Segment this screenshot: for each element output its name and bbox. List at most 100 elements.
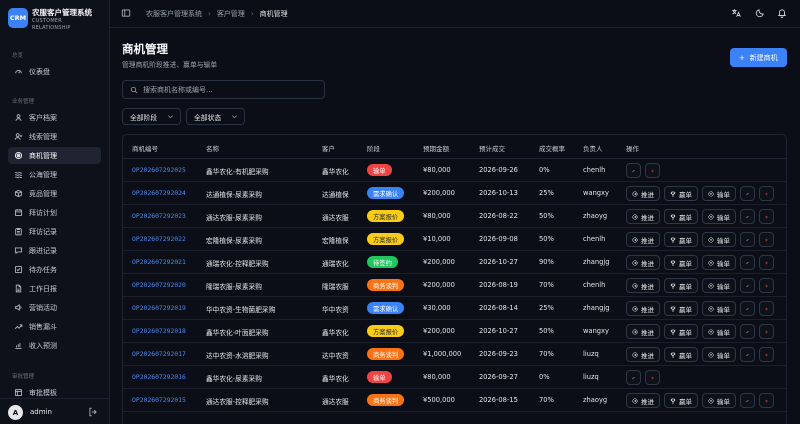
edit-button[interactable] — [740, 301, 755, 316]
edit-button[interactable] — [626, 370, 641, 385]
sidebar-item[interactable]: 商机管理 — [8, 147, 101, 164]
lose-button[interactable]: 输单 — [702, 186, 736, 201]
stage-filter-select[interactable]: 全部阶段 — [122, 108, 181, 125]
brand[interactable]: CRM 农服客户管理系统 CUSTOMER RELATIONSHIP — [8, 7, 108, 33]
sidebar-item-label: 仪表盘 — [29, 67, 50, 76]
delete-button[interactable] — [759, 393, 774, 408]
advance-button[interactable]: 推进 — [626, 209, 660, 224]
delete-button[interactable] — [759, 278, 774, 293]
delete-button[interactable] — [759, 255, 774, 270]
new-opportunity-button[interactable]: + 新建商机 — [730, 48, 787, 67]
search-box — [122, 80, 325, 99]
lose-button[interactable]: 输单 — [702, 347, 736, 362]
advance-button[interactable]: 推进 — [626, 324, 660, 339]
sidebar-item[interactable]: 待办任务 — [8, 261, 101, 278]
breadcrumb-item[interactable]: 农服客户管理系统 — [146, 9, 202, 19]
sidebar-item[interactable]: 客户档案 — [8, 109, 101, 126]
advance-button[interactable]: 推进 — [626, 186, 660, 201]
breadcrumb-item[interactable]: 客户管理 — [217, 9, 245, 19]
lose-button[interactable]: 输单 — [702, 232, 736, 247]
delete-button[interactable] — [759, 232, 774, 247]
lose-button[interactable]: 输单 — [702, 255, 736, 270]
sidebar-item[interactable]: 跟进记录 — [8, 242, 101, 259]
edit-button[interactable] — [740, 232, 755, 247]
opportunity-code-link[interactable]: OP202607292025 — [132, 166, 186, 174]
advance-button[interactable]: 推进 — [626, 278, 660, 293]
opportunity-code-link[interactable]: OP202607292017 — [132, 350, 186, 358]
opportunity-code-link[interactable]: OP202607292023 — [132, 212, 186, 220]
action-label: 推进 — [641, 259, 654, 268]
lose-button[interactable]: 输单 — [702, 209, 736, 224]
advance-button[interactable]: 推进 — [626, 347, 660, 362]
lose-button[interactable]: 输单 — [702, 393, 736, 408]
status-filter-select[interactable]: 全部状态 — [186, 108, 245, 125]
lose-button[interactable]: 输单 — [702, 301, 736, 316]
delete-button[interactable] — [759, 347, 774, 362]
delete-button[interactable] — [645, 370, 660, 385]
win-button[interactable]: 赢单 — [664, 232, 698, 247]
opportunity-code-link[interactable]: OP202607292016 — [132, 373, 186, 381]
sidebar-item[interactable]: 线索管理 — [8, 128, 101, 145]
lose-button[interactable]: 输单 — [702, 278, 736, 293]
opportunity-code-link[interactable]: OP202607292021 — [132, 258, 186, 266]
sidebar-item[interactable]: 收入预测 — [8, 337, 101, 354]
edit-button[interactable] — [626, 163, 641, 178]
win-button[interactable]: 赢单 — [664, 393, 698, 408]
win-button[interactable]: 赢单 — [664, 301, 698, 316]
sidebar-item[interactable]: 拜访记录 — [8, 223, 101, 240]
delete-button[interactable] — [759, 209, 774, 224]
action-label: 输单 — [717, 328, 730, 337]
opportunity-code-link[interactable]: OP202607292018 — [132, 327, 186, 335]
sidebar-toggle-icon[interactable] — [121, 8, 132, 19]
trophy-icon — [670, 352, 676, 357]
win-button[interactable]: 赢单 — [664, 186, 698, 201]
sidebar-item[interactable]: 竞品管理 — [8, 185, 101, 202]
sidebar-item[interactable]: 审批模板 — [8, 384, 101, 401]
edit-button[interactable] — [740, 278, 755, 293]
sidebar-item[interactable]: 营销活动 — [8, 299, 101, 316]
edit-button[interactable] — [740, 324, 755, 339]
delete-button[interactable] — [759, 324, 774, 339]
sidebar-item[interactable]: 公海管理 — [8, 166, 101, 183]
edit-button[interactable] — [740, 186, 755, 201]
delete-button[interactable] — [645, 163, 660, 178]
sidebar-item[interactable]: 工作日报 — [8, 280, 101, 297]
logout-icon[interactable] — [88, 407, 99, 418]
opportunity-code-link[interactable]: OP202607292015 — [132, 396, 186, 404]
trash-icon — [765, 238, 768, 241]
x-circle-icon — [708, 328, 714, 335]
opportunity-code-link[interactable]: OP202607292020 — [132, 281, 186, 289]
lose-button[interactable]: 输单 — [702, 324, 736, 339]
chart-up-icon — [12, 340, 24, 352]
opportunity-code-link[interactable]: OP202607292019 — [132, 304, 186, 312]
edit-button[interactable] — [740, 255, 755, 270]
advance-button[interactable]: 推进 — [626, 232, 660, 247]
opportunity-code-link[interactable]: OP202607292022 — [132, 235, 186, 243]
win-button[interactable]: 赢单 — [664, 209, 698, 224]
table-row: OP202607292019 华中农资-生物菌肥采购 华中农资 需求确认 ¥30,000… — [123, 297, 786, 320]
sidebar-item[interactable]: 拜访计划 — [8, 204, 101, 221]
opportunity-code-link[interactable]: OP202607292024 — [132, 189, 186, 197]
sidebar-item[interactable]: 销售漏斗 — [8, 318, 101, 335]
delete-button[interactable] — [759, 301, 774, 316]
edit-button[interactable] — [740, 393, 755, 408]
win-button[interactable]: 赢单 — [664, 255, 698, 270]
advance-button[interactable]: 推进 — [626, 255, 660, 270]
edit-button[interactable] — [740, 347, 755, 362]
win-button[interactable]: 赢单 — [664, 324, 698, 339]
bell-icon[interactable] — [777, 8, 788, 19]
dark-mode-icon[interactable] — [755, 8, 766, 19]
translate-icon[interactable] — [731, 8, 742, 19]
advance-button[interactable]: 推进 — [626, 301, 660, 316]
avatar[interactable]: A — [8, 405, 23, 420]
edit-button[interactable] — [740, 209, 755, 224]
advance-button[interactable]: 推进 — [626, 393, 660, 408]
page-subtitle: 管理商机阶段推进、赢单与输单 — [122, 61, 218, 69]
sidebar-item-label: 拜访计划 — [29, 208, 57, 217]
win-button[interactable]: 赢单 — [664, 278, 698, 293]
sidebar-item[interactable]: 仪表盘 — [8, 63, 101, 80]
delete-button[interactable] — [759, 186, 774, 201]
search-input[interactable] — [143, 83, 318, 97]
breadcrumb-separator: › — [250, 10, 254, 18]
win-button[interactable]: 赢单 — [664, 347, 698, 362]
